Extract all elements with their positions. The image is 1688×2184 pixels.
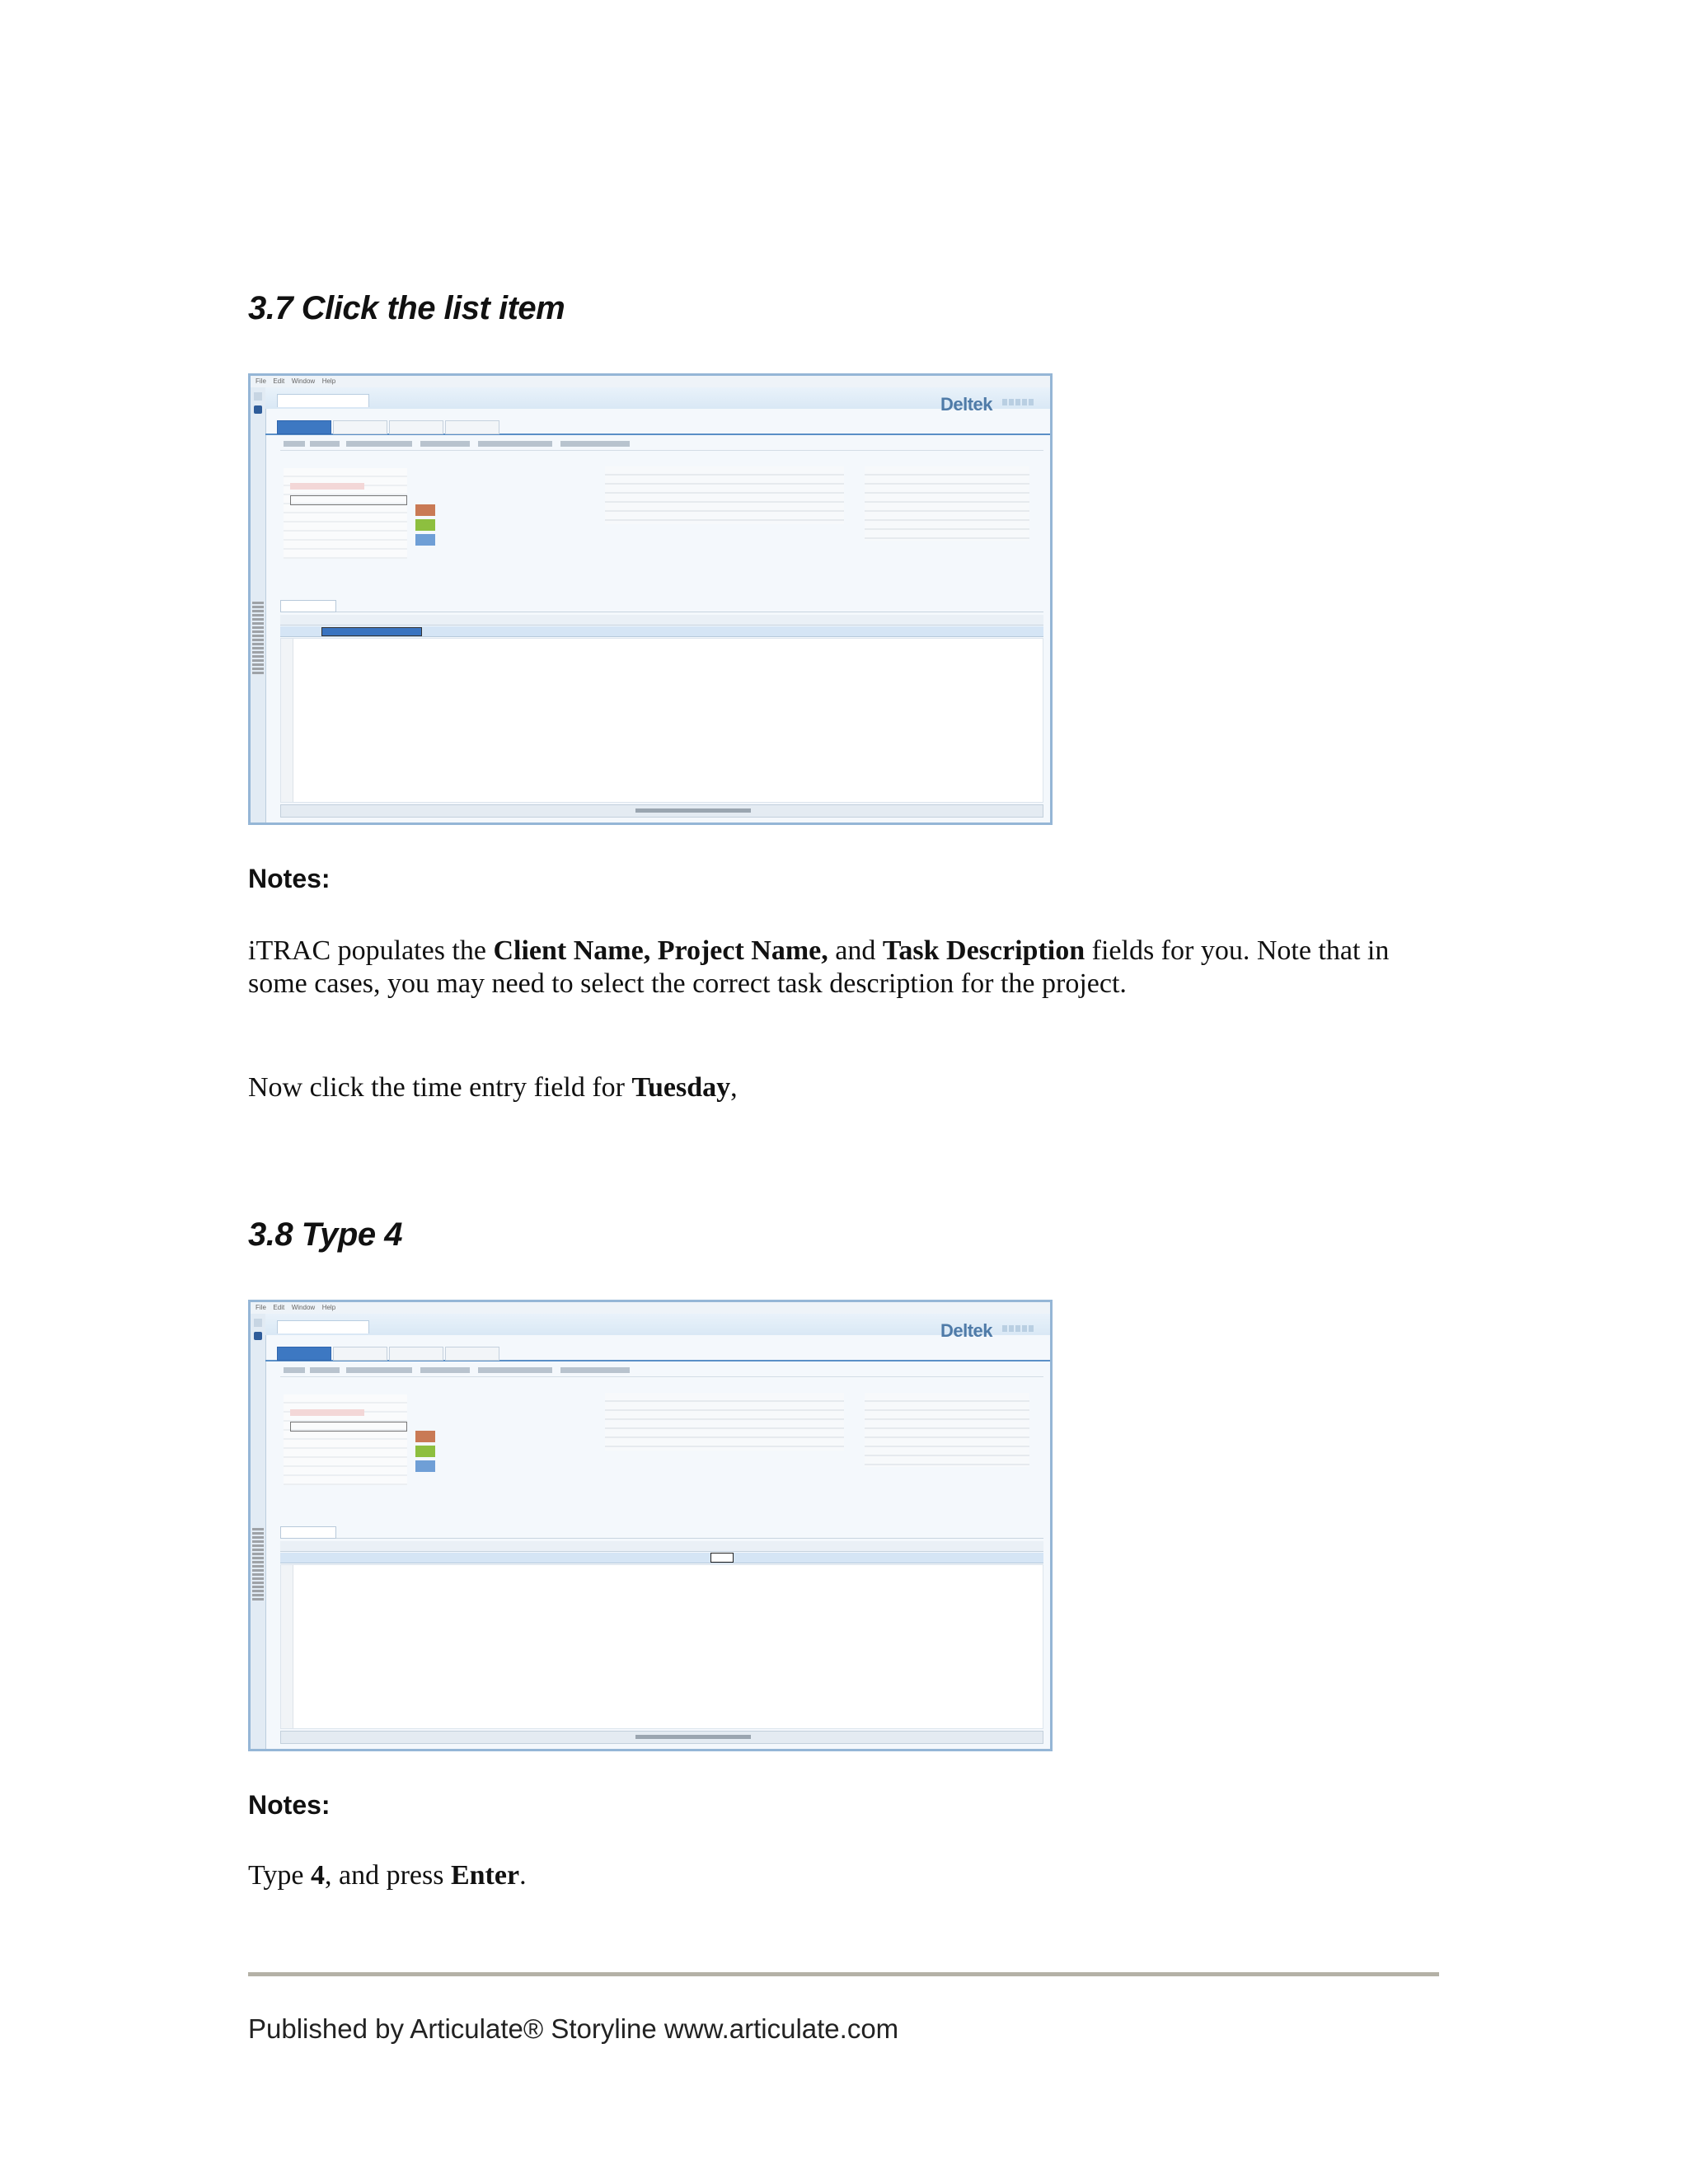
timesheet-toolbar	[280, 1365, 1043, 1377]
app-icon	[254, 392, 262, 401]
grid-header	[280, 1541, 1043, 1552]
instruction-paragraph-3-7: Now click the time entry field for Tuesd…	[248, 1072, 738, 1103]
vertical-side-label	[252, 1528, 264, 1602]
bottom-panel-bar	[280, 1731, 1043, 1744]
app-tab-row: Deltek	[265, 1314, 1050, 1341]
bottom-panel-bar	[280, 804, 1043, 818]
menu-edit: Edit	[273, 1304, 285, 1311]
legend-swatch-submitted	[415, 519, 435, 531]
module-tab	[333, 1347, 387, 1361]
deltek-logo: Deltek	[940, 394, 993, 415]
module-tab	[389, 1347, 443, 1361]
timesheet-toolbar	[280, 438, 1043, 451]
left-side-strip	[251, 1314, 266, 1749]
app-menubar: File Edit Window Help	[251, 1302, 1050, 1315]
deltek-logo-subtext	[1002, 399, 1035, 405]
mini-calendar	[284, 1394, 407, 1485]
menu-file: File	[256, 1304, 266, 1311]
status-legend	[415, 1431, 435, 1475]
menu-file: File	[256, 377, 266, 385]
deltek-logo: Deltek	[940, 1320, 993, 1341]
menu-help: Help	[321, 1304, 336, 1311]
menu-window: Window	[291, 377, 316, 385]
resource-information-table	[865, 466, 1029, 541]
grid-row-selected	[280, 1553, 1043, 1563]
favorite-list-item-selected	[321, 627, 422, 636]
time-information-table	[605, 1393, 844, 1451]
grid-row-selected	[280, 626, 1043, 637]
notes-paragraph-3-7: iTRAC populates the Client Name, Project…	[248, 935, 1390, 999]
module-tab-active	[277, 420, 331, 434]
time-expenses-tab	[277, 394, 369, 407]
module-tab	[445, 420, 499, 434]
legend-swatch-approved	[415, 1460, 435, 1472]
menu-help: Help	[321, 377, 336, 385]
legend-swatch-submitted	[415, 1446, 435, 1457]
legend-swatch-approved	[415, 534, 435, 546]
info-icon	[254, 1332, 262, 1340]
legend-swatch-due	[415, 1431, 435, 1442]
resource-information-table	[865, 1393, 1029, 1467]
grid-body	[280, 638, 1043, 803]
menu-edit: Edit	[273, 377, 285, 385]
module-tab	[389, 420, 443, 434]
grid-body	[280, 1564, 1043, 1729]
section-heading-3-8: 3.8 Type 4	[248, 1216, 402, 1253]
grid-toolbar	[280, 1525, 1043, 1539]
grid-toolbar	[280, 598, 1043, 612]
module-tab	[333, 420, 387, 434]
status-legend	[415, 504, 435, 549]
left-side-strip	[251, 387, 266, 823]
time-expenses-tab	[277, 1320, 369, 1333]
module-tab	[445, 1347, 499, 1361]
info-icon	[254, 405, 262, 414]
notes-label-3-7: Notes:	[248, 864, 331, 893]
screenshot-click-list-item: File Edit Window Help Deltek	[248, 373, 1053, 825]
menu-window: Window	[291, 1304, 316, 1311]
section-heading-3-7: 3.7 Click the list item	[248, 290, 565, 326]
mini-calendar	[284, 468, 407, 559]
grid-header	[280, 615, 1043, 626]
tuesday-time-entry-cell	[710, 1553, 734, 1563]
module-tab-active	[277, 1347, 331, 1361]
vertical-side-label	[252, 602, 264, 676]
notes-paragraph-3-8: Type 4, and press Enter.	[248, 1860, 527, 1891]
legend-swatch-due	[415, 504, 435, 516]
app-tab-row: Deltek	[265, 387, 1050, 415]
module-tabs	[265, 419, 1050, 435]
app-menubar: File Edit Window Help	[251, 376, 1050, 388]
module-tabs	[265, 1345, 1050, 1361]
time-information-table	[605, 466, 844, 524]
notes-label-3-8: Notes:	[248, 1790, 331, 1820]
screenshot-type-4: File Edit Window Help Deltek	[248, 1300, 1053, 1751]
footer-divider	[248, 1972, 1439, 1976]
app-icon	[254, 1319, 262, 1327]
deltek-logo-subtext	[1002, 1325, 1035, 1332]
footer-text: Published by Articulate® Storyline www.a…	[248, 2013, 899, 2044]
